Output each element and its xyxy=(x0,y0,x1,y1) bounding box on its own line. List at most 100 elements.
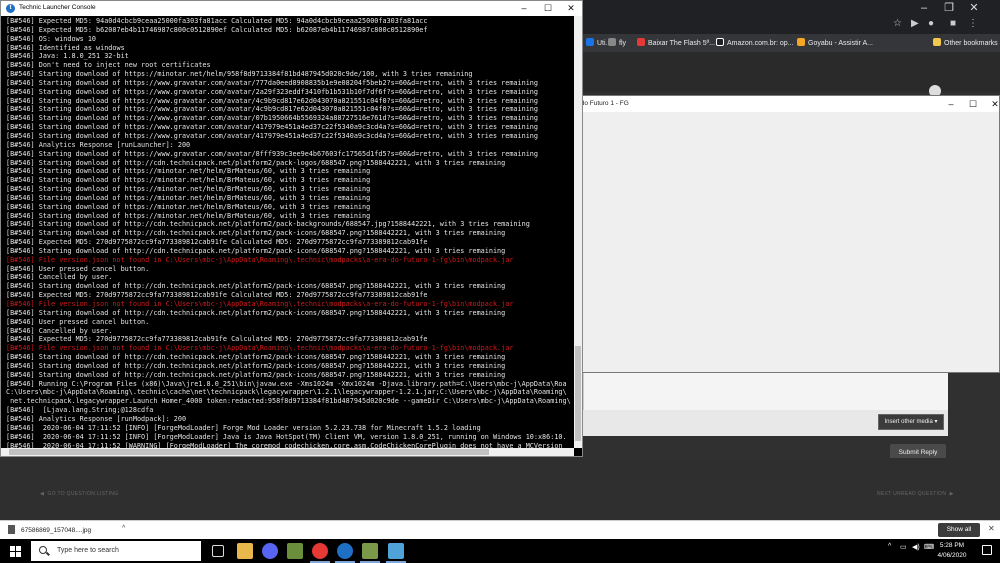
close-icon[interactable]: ✕ xyxy=(988,524,995,533)
horizontal-scrollbar[interactable] xyxy=(1,448,574,456)
game-window[interactable]: A Era do Futuro 1 - FG – ☐ ✕ xyxy=(546,95,1000,373)
console-line: [B#546] Starting download of https://www… xyxy=(6,131,538,140)
bookmark-item[interactable]: Goyabu - Assistir A... xyxy=(797,38,873,47)
console-line: [B#546] Starting download of http://cdn.… xyxy=(6,308,506,317)
minimize-icon[interactable]: – xyxy=(913,0,935,16)
console-line: [B#546] [Ljava.lang.String;@128cdfa xyxy=(6,406,154,415)
tray-chevron-icon[interactable]: ^ xyxy=(888,543,891,550)
download-item[interactable]: 67586869_157048....jpg xyxy=(8,525,91,534)
console-line: [B#546] Starting download of http://cdn.… xyxy=(6,353,506,362)
game-canvas[interactable] xyxy=(547,112,999,372)
extension-red-icon[interactable]: ■ xyxy=(950,18,956,32)
technic-taskbar-icon[interactable] xyxy=(337,543,353,559)
minimize-icon[interactable]: – xyxy=(514,1,534,16)
console-line: [B#546] Starting download of http://cdn.… xyxy=(6,282,506,291)
console-line: [B#546] File version.json not found in C… xyxy=(6,344,514,353)
menu-dots-icon[interactable]: ⋮ xyxy=(968,18,978,32)
maximize-icon[interactable]: ❐ xyxy=(938,0,960,16)
console-line: [B#546] Starting download of https://www… xyxy=(6,96,538,105)
console-line: [B#546] Starting download of https://www… xyxy=(6,123,538,132)
bookmark-favicon-icon xyxy=(637,38,645,46)
console-line: [B#546] Starting download of https://min… xyxy=(6,193,371,202)
console-log[interactable]: [B#546] Expected MD5: 94a0d4cbcb9ceaa250… xyxy=(1,16,574,456)
console-line: [B#546] Expected MD5: 270d9775872cc9fa77… xyxy=(6,291,428,300)
console-line: [B#546] Starting download of https://www… xyxy=(6,105,538,114)
nav-prev-link[interactable]: ◀ GO TO QUESTION LISTING xyxy=(40,491,118,497)
console-line: [B#546] Starting download of https://www… xyxy=(6,78,538,87)
game-taskbar-icon[interactable] xyxy=(362,543,378,559)
search-icon xyxy=(39,546,47,554)
maximize-icon[interactable]: ☐ xyxy=(963,96,983,112)
console-line: [B#546] Starting download of https://min… xyxy=(6,167,371,176)
minimize-icon[interactable]: – xyxy=(941,96,961,112)
console-line: net.technicpack.legacywrapper.Launch Hom… xyxy=(6,397,571,406)
scrollbar-thumb[interactable] xyxy=(575,346,581,441)
game-title-bar[interactable]: A Era do Futuro 1 - FG – ☐ ✕ xyxy=(547,96,999,112)
console-line: C:\Users\mbc-j\AppData\Roaming\.technic\… xyxy=(6,388,567,397)
system-clock[interactable]: 5:28 PM 4/06/2020 xyxy=(934,541,970,561)
file-icon xyxy=(8,525,15,534)
vertical-scrollbar[interactable] xyxy=(574,16,582,448)
insert-media-button[interactable]: Insert other media ▾ xyxy=(878,414,944,430)
file-explorer-icon[interactable] xyxy=(237,543,253,559)
taskbar-search-input[interactable]: Type here to search xyxy=(31,541,201,561)
console-line: [B#546] Starting download of https://min… xyxy=(6,202,371,211)
profile-icon[interactable]: ● xyxy=(928,18,934,32)
keyboard-icon[interactable]: ⌨ xyxy=(924,543,934,551)
console-line: [B#546] Starting download of https://www… xyxy=(6,114,538,123)
bookmark-item[interactable]: Baixar The Flash 5ª... xyxy=(637,38,715,47)
console-line: [B#546] Expected MD5: 94a0d4cbcb9ceaa250… xyxy=(6,17,428,25)
bookmark-item[interactable]: Amazon.com.br: op... xyxy=(716,38,794,47)
console-line: [B#546] Identified as windows xyxy=(6,43,125,52)
console-title-bar[interactable]: t Technic Launcher Console – ☐ ✕ xyxy=(1,1,582,16)
console-line: [B#546] Starting download of http://cdn.… xyxy=(6,158,506,167)
console-line: [B#546] Cancelled by user. xyxy=(6,326,113,335)
show-all-button[interactable]: Show all xyxy=(938,523,980,537)
task-view-icon[interactable] xyxy=(212,545,224,557)
close-icon[interactable]: ✕ xyxy=(985,96,1000,112)
chevron-up-icon[interactable]: ^ xyxy=(122,525,125,532)
volume-icon[interactable]: ◀) xyxy=(912,543,920,551)
bookmark-item[interactable]: fly xyxy=(608,38,626,47)
console-line: [B#546] 2020-06-04 17:11:52 [INFO] [Forg… xyxy=(6,423,481,432)
folder-icon xyxy=(933,38,941,46)
bookmark-favicon-icon xyxy=(797,38,805,46)
bookmark-star-icon[interactable]: ☆ xyxy=(893,18,902,32)
bookmark-favicon-icon xyxy=(716,38,724,46)
close-icon[interactable]: ✕ xyxy=(963,0,985,16)
console-line: [B#546] Expected MD5: 270d9775872cc9fa77… xyxy=(6,238,428,247)
notification-icon[interactable] xyxy=(982,545,992,555)
network-icon[interactable]: ▭ xyxy=(900,543,907,551)
close-icon[interactable]: ✕ xyxy=(561,1,581,16)
technic-icon: t xyxy=(6,4,15,13)
console-line: [B#546] 2020-06-04 17:11:52 [INFO] [Forg… xyxy=(6,432,567,441)
console-line: [B#546] Don't need to inject new root ce… xyxy=(6,61,211,70)
console-line: [B#546] Starting download of https://min… xyxy=(6,211,371,220)
maximize-icon[interactable]: ☐ xyxy=(538,1,558,16)
windows-start-icon[interactable] xyxy=(10,546,21,557)
console-line: [B#546] Starting download of http://cdn.… xyxy=(6,246,506,255)
console-line: [B#546] Starting download of http://cdn.… xyxy=(6,229,506,238)
other-bookmarks[interactable]: Other bookmarks xyxy=(933,38,998,47)
console-line: [B#546] Starting download of https://www… xyxy=(6,149,538,158)
nav-next-link[interactable]: NEXT UNREAD QUESTION ▶ xyxy=(877,491,954,497)
extension-icon[interactable]: ▶ xyxy=(911,18,919,32)
reply-editor[interactable] xyxy=(583,372,948,410)
download-shelf: 67586869_157048....jpg ^ Show all ✕ xyxy=(0,520,1000,539)
console-line: [B#546] User pressed cancel button. xyxy=(6,264,150,273)
scrollbar-thumb[interactable] xyxy=(9,449,489,455)
console-line: [B#546] Starting download of http://cdn.… xyxy=(6,370,506,379)
console-line: [B#546] File version.json not found in C… xyxy=(6,300,514,308)
console-line: [B#546] Starting download of https://min… xyxy=(6,70,473,79)
console-line: [B#546] Cancelled by user. xyxy=(6,273,113,282)
discord-icon[interactable] xyxy=(262,543,278,559)
console-line: [B#546] Expected MD5: b62087eb4b11746987… xyxy=(6,25,428,34)
chrome-icon[interactable] xyxy=(312,543,328,559)
java-taskbar-icon[interactable] xyxy=(388,543,404,559)
forum-footer-nav xyxy=(0,458,1000,520)
console-line: [B#546] Expected MD5: 270d9775872cc9fa77… xyxy=(6,335,428,344)
launcher-console-window[interactable]: t Technic Launcher Console – ☐ ✕ [B#546]… xyxy=(0,0,583,457)
minecraft-taskbar-icon[interactable] xyxy=(287,543,303,559)
bookmark-favicon-icon xyxy=(586,38,594,46)
console-line: [B#546] User pressed cancel button. xyxy=(6,317,150,326)
